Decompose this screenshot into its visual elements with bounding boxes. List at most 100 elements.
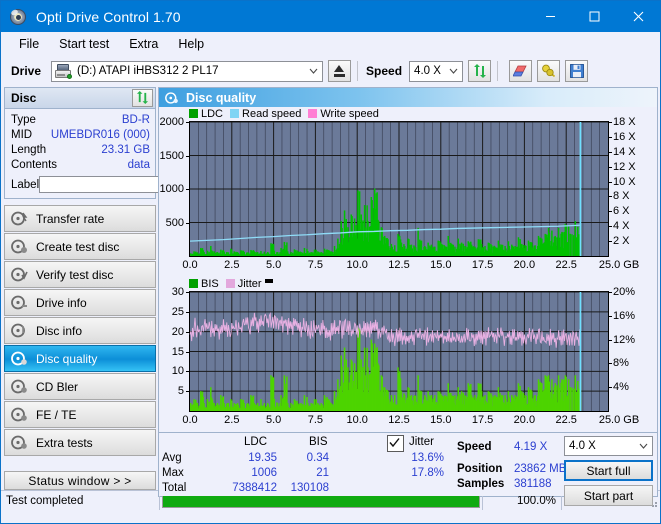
sidebar-item-label: Disc info xyxy=(36,323,83,338)
sidebar-item-disc-info[interactable]: Disc info xyxy=(4,317,156,344)
drive-select-value: (D:) ATAPI iHBS312 2 PL17 xyxy=(77,65,219,77)
jitter-checkbox[interactable] xyxy=(387,435,404,452)
save-button[interactable] xyxy=(565,60,589,82)
disc-refresh-button[interactable] xyxy=(132,89,153,107)
sidebar-item-transfer-rate[interactable]: Transfer rate xyxy=(4,205,156,232)
y2-axis-tick: 8% xyxy=(613,357,629,370)
y2-axis-tick: 20% xyxy=(613,286,636,298)
menu-item-help[interactable]: Help xyxy=(169,35,213,53)
minimize-icon[interactable] xyxy=(528,1,572,32)
app-disc-icon xyxy=(10,8,28,26)
y-axis-tick: 10 xyxy=(171,365,184,378)
key-icon xyxy=(541,64,556,78)
chevron-down-icon xyxy=(635,437,652,455)
extra-tests-icon xyxy=(10,434,29,451)
disc-row-contents: Contents data xyxy=(11,157,150,172)
drive-select[interactable]: (D:) ATAPI iHBS312 2 PL17 xyxy=(51,60,324,82)
sidebar-item-extra-tests[interactable]: Extra tests xyxy=(4,429,156,456)
legend-item-write-speed: Write speed xyxy=(308,108,379,120)
disc-row-key: Contents xyxy=(11,158,58,171)
refresh-icon xyxy=(473,64,487,78)
stats-max-jitter: 17.8% xyxy=(411,467,444,479)
close-icon[interactable] xyxy=(616,1,660,32)
disc-row-length: Length 23.31 GB xyxy=(11,142,150,157)
refresh-button[interactable] xyxy=(468,60,492,82)
x-axis-tick: 17.5 xyxy=(471,259,494,271)
toolbar-divider-1 xyxy=(357,61,359,81)
create-test-disc-icon xyxy=(10,238,29,255)
y2-axis-tick: 16% xyxy=(613,309,636,322)
sidebar-item-cd-bler[interactable]: CD Bler xyxy=(4,373,156,400)
position-stat-value: 23862 MB xyxy=(514,463,567,475)
y2-axis-tick: 4% xyxy=(613,381,629,394)
start-part-button[interactable]: Start part xyxy=(564,485,653,506)
erase-button[interactable] xyxy=(509,60,533,82)
legend-label-jitter: Jitter xyxy=(237,277,262,290)
stats-avg-bis: 0.34 xyxy=(306,452,329,464)
y2-axis-tick: 16 X xyxy=(613,130,636,143)
x-axis-tick: 5.0 xyxy=(265,259,282,271)
start-full-button[interactable]: Start full xyxy=(564,460,653,481)
ldc-plot-area[interactable] xyxy=(189,121,609,257)
menu-item-extra[interactable]: Extra xyxy=(120,35,167,53)
legend-swatch-ldc xyxy=(189,109,198,118)
y-axis-tick: 30 xyxy=(171,286,184,298)
y-tick-mark xyxy=(186,189,190,190)
disc-row-value: 23.31 GB xyxy=(101,143,150,156)
y2-axis-tick: 12 X xyxy=(613,160,636,173)
keys-button[interactable] xyxy=(537,60,561,82)
y-axis-tick: 1000 xyxy=(159,183,184,195)
y2-tick-mark xyxy=(608,363,612,365)
y-axis-tick: 1500 xyxy=(159,149,184,162)
panel-header: Disc quality xyxy=(159,88,657,107)
x-axis-tick: 0.0 xyxy=(182,259,198,271)
y2-axis-tick: 12% xyxy=(613,333,636,346)
y2-tick-mark xyxy=(608,196,612,198)
legend-item-ldc: LDC xyxy=(189,108,223,120)
sidebar-item-label: Verify test disc xyxy=(36,267,114,282)
disc-label-key: Label xyxy=(11,178,40,191)
sidebar-item-drive-info[interactable]: Drive info xyxy=(4,289,156,316)
sidebar-item-fe-te[interactable]: FE / TE xyxy=(4,401,156,428)
menu-item-start-test[interactable]: Start test xyxy=(50,35,118,53)
sidebar-item-label: Drive info xyxy=(36,295,87,310)
jitter-label: Jitter xyxy=(409,436,434,448)
stats-total-bis: 130108 xyxy=(290,482,329,494)
x-axis-tick: 15.0 xyxy=(430,259,452,271)
sidebar-item-disc-quality[interactable]: Disc quality xyxy=(4,345,156,372)
x-axis-tick: 20.0 xyxy=(513,259,536,271)
panel-title: Disc quality xyxy=(186,90,257,105)
x-axis-tick: 0.0 xyxy=(182,414,198,426)
y-tick-mark xyxy=(186,351,190,353)
sidebar-item-verify-test-disc[interactable]: Verify test disc xyxy=(4,261,156,288)
y2-tick-mark xyxy=(608,181,612,183)
ldc-read-speed-chart: LDC Read speed Write speed 2000 1500 100… xyxy=(159,107,657,277)
disc-panel-title: Disc xyxy=(11,91,37,105)
progress-fill xyxy=(163,494,479,507)
samples-stat-value: 381188 xyxy=(514,478,552,490)
speed-select[interactable]: 4.0 X xyxy=(409,60,464,82)
x-axis-tick: 2.5 xyxy=(224,259,240,271)
charts-container: LDC Read speed Write speed 2000 1500 100… xyxy=(159,107,657,432)
test-speed-select[interactable]: 4.0 X xyxy=(564,436,653,456)
maximize-icon[interactable] xyxy=(572,1,616,32)
sidebar-item-label: Transfer rate xyxy=(36,211,105,226)
cd-bler-icon xyxy=(10,378,29,395)
y-tick-mark xyxy=(186,122,190,123)
menu-item-file[interactable]: File xyxy=(10,35,48,53)
y-axis-tick: 5 xyxy=(177,385,184,398)
sidebar-item-label: CD Bler xyxy=(36,379,79,394)
stats-avg-jitter: 13.6% xyxy=(411,452,444,464)
x-axis-tick: 7.5 xyxy=(307,414,324,426)
x-axis-tick: 5.0 xyxy=(265,414,282,426)
sidebar-item-create-test-disc[interactable]: Create test disc xyxy=(4,233,156,260)
bis-plot-area[interactable] xyxy=(189,291,609,412)
eject-button[interactable] xyxy=(328,60,352,82)
disc-panel-header: Disc xyxy=(5,88,155,109)
x-axis-tick: 17.5 xyxy=(471,414,494,426)
drive-label: Drive xyxy=(11,64,42,78)
status-window-button[interactable]: Status window > > xyxy=(4,471,156,490)
disc-properties: Type BD-R MID UMEBDR016 (000) Length 23.… xyxy=(5,109,207,198)
speed-select-value: 4.0 X xyxy=(414,65,441,77)
